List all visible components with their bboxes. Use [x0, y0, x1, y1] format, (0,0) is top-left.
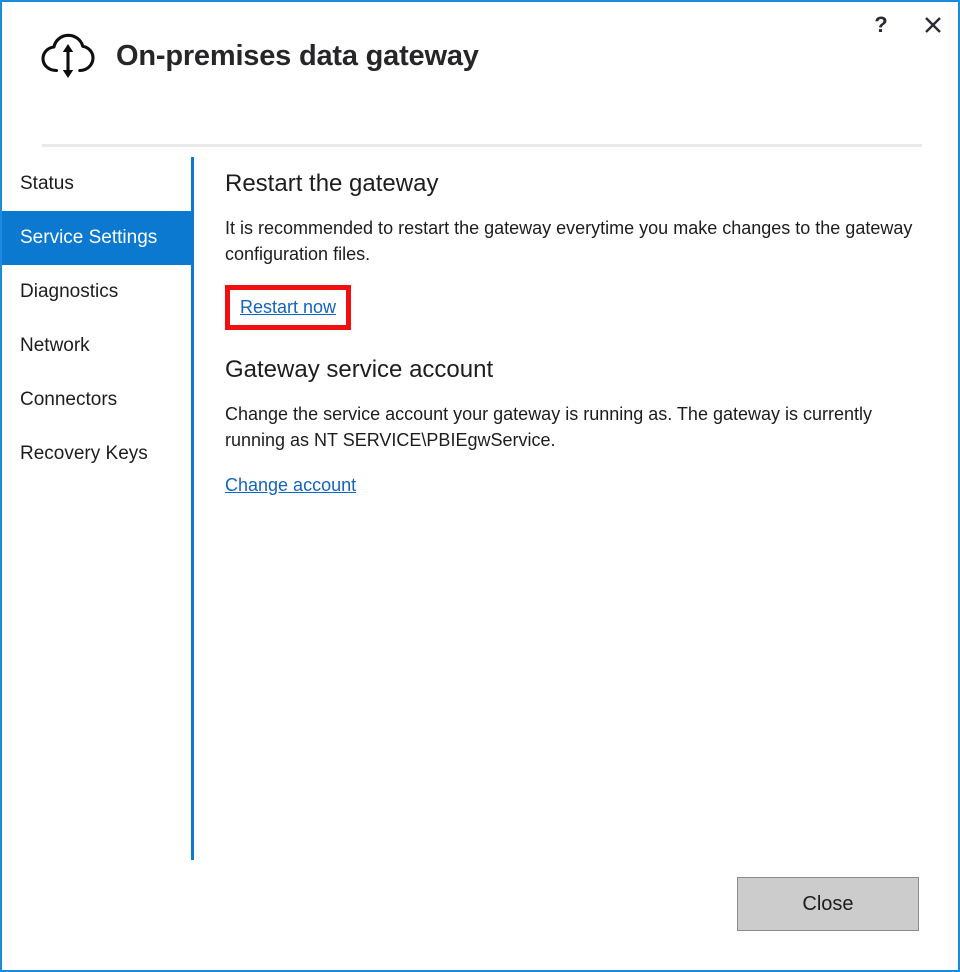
sidebar-item-connectors[interactable]: Connectors: [2, 373, 191, 427]
window-controls: ?: [866, 10, 948, 40]
close-x-icon: [923, 15, 943, 35]
close-window-button[interactable]: [918, 10, 948, 40]
sidebar-item-label: Connectors: [20, 389, 117, 411]
app-header: On-premises data gateway: [40, 30, 479, 82]
main-content: Restart the gateway It is recommended to…: [225, 170, 925, 496]
account-section-heading: Gateway service account: [225, 356, 925, 385]
sidebar-item-network[interactable]: Network: [2, 319, 191, 373]
sidebar-item-label: Network: [20, 335, 90, 357]
sidebar-nav: Status Service Settings Diagnostics Netw…: [2, 157, 191, 481]
sidebar-item-diagnostics[interactable]: Diagnostics: [2, 265, 191, 319]
sidebar-item-status[interactable]: Status: [2, 157, 191, 211]
cloud-updown-arrow-icon: [40, 30, 96, 82]
sidebar-item-recovery-keys[interactable]: Recovery Keys: [2, 427, 191, 481]
restart-now-link[interactable]: Restart now: [240, 297, 336, 318]
sidebar-item-label: Diagnostics: [20, 281, 118, 303]
restart-now-highlight-wrapper: Restart now: [225, 285, 351, 330]
restart-section-body: It is recommended to restart the gateway…: [225, 215, 917, 267]
restart-section-heading: Restart the gateway: [225, 170, 925, 199]
sidebar-item-service-settings[interactable]: Service Settings: [2, 211, 191, 265]
page-title: On-premises data gateway: [116, 40, 479, 73]
sidebar-divider: [191, 157, 194, 860]
header-divider: [42, 144, 922, 147]
change-account-link[interactable]: Change account: [225, 475, 356, 496]
gateway-configuration-window: ? On-premises data gateway Status Servic…: [0, 0, 960, 972]
svg-text:?: ?: [874, 14, 887, 36]
account-section-body: Change the service account your gateway …: [225, 401, 917, 453]
sidebar-item-label: Service Settings: [20, 227, 157, 249]
help-button[interactable]: ?: [866, 10, 896, 40]
section-gateway-service-account: Gateway service account Change the servi…: [225, 356, 925, 496]
sidebar-item-label: Status: [20, 173, 74, 195]
close-button[interactable]: Close: [737, 877, 919, 931]
section-restart-gateway: Restart the gateway It is recommended to…: [225, 170, 925, 330]
question-mark-icon: ?: [872, 14, 890, 36]
sidebar-item-label: Recovery Keys: [20, 443, 148, 465]
